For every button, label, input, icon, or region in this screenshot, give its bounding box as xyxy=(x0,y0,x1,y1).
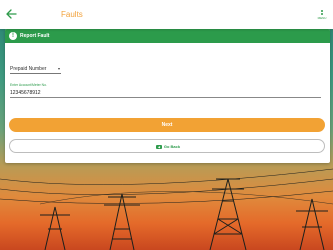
account-field-label: Enter Account/Meter No. xyxy=(10,83,47,87)
next-button[interactable]: Next xyxy=(9,118,325,132)
arrow-left-icon[interactable] xyxy=(5,8,17,20)
app-bar: Faults MENU xyxy=(0,0,333,29)
page-title: Faults xyxy=(61,10,83,19)
account-type-value: Prepaid Number xyxy=(10,66,47,72)
chevron-down-icon xyxy=(58,68,60,70)
card-title: Report Fault xyxy=(20,33,50,39)
menu-dots-icon xyxy=(321,10,323,12)
go-back-button[interactable]: ◀ Go Back xyxy=(9,139,325,153)
account-type-select[interactable]: Prepaid Number xyxy=(10,64,61,74)
account-number-input[interactable]: 12345678912 xyxy=(10,88,321,98)
card-header: ! Report Fault xyxy=(5,29,330,43)
info-icon: ! xyxy=(9,32,17,40)
report-fault-card: ! Report Fault Prepaid Number Enter Acco… xyxy=(5,29,330,163)
back-arrow-icon: ◀ xyxy=(155,144,162,149)
go-back-label: Go Back xyxy=(163,144,181,149)
account-number-value: 12345678912 xyxy=(10,90,41,96)
menu-button[interactable]: MENU xyxy=(317,10,327,20)
menu-label: MENU xyxy=(317,16,327,20)
